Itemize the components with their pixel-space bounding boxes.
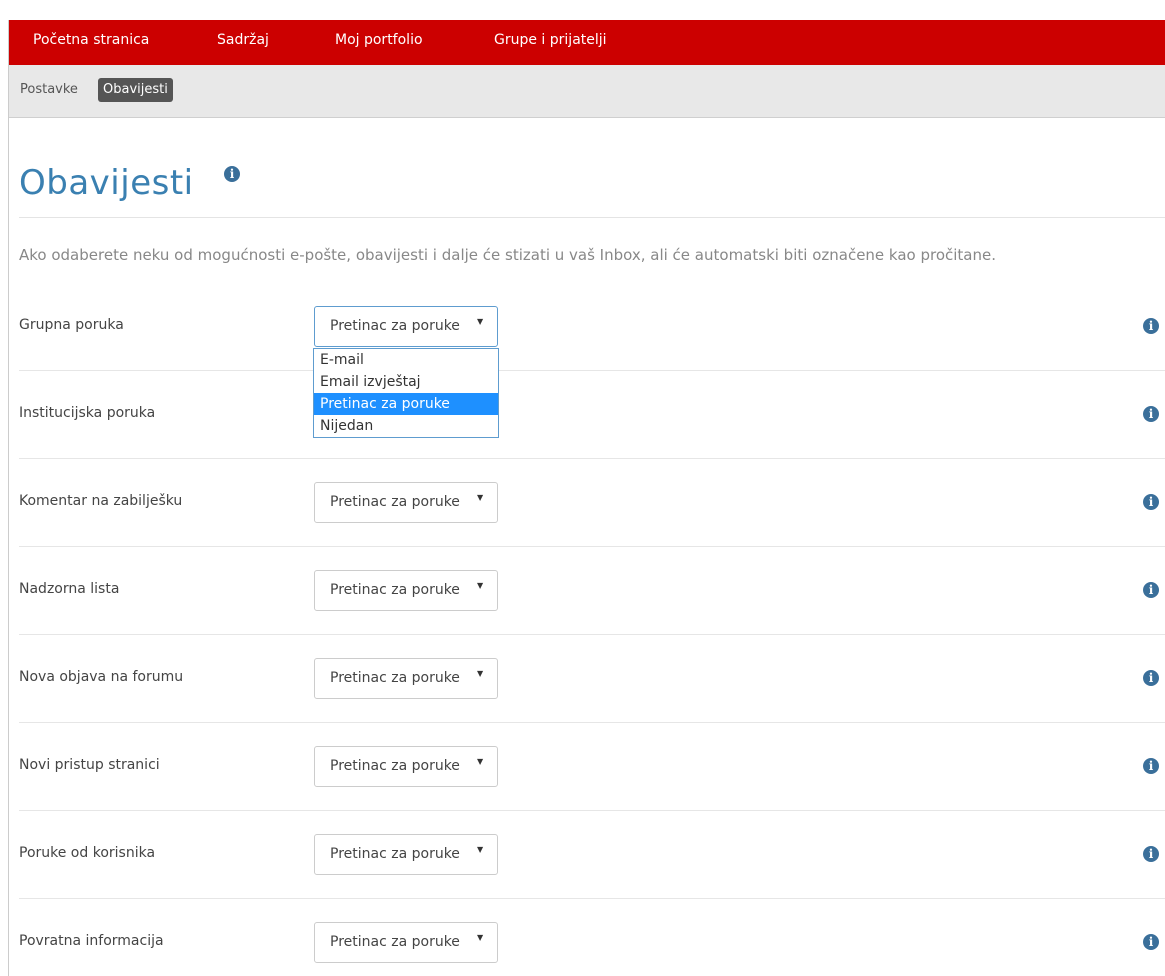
info-icon[interactable]: i xyxy=(1143,846,1159,862)
info-icon[interactable]: i xyxy=(1143,494,1159,510)
nav-link-home[interactable]: Početna stranica xyxy=(33,20,149,65)
setting-row-watchlist: Nadzorna lista Pretinac za poruke ▼ i xyxy=(19,547,1165,635)
select-value: Pretinac za poruke xyxy=(330,318,460,334)
caret-down-icon: ▼ xyxy=(477,757,484,766)
setting-select-forum-post[interactable]: Pretinac za poruke ▼ xyxy=(314,658,498,699)
info-icon[interactable]: i xyxy=(1143,318,1159,334)
select-value: Pretinac za poruke xyxy=(330,846,460,862)
nav-link-groups[interactable]: Grupe i prijatelji xyxy=(494,20,607,65)
select-value: Pretinac za poruke xyxy=(330,582,460,598)
setting-select-feedback[interactable]: Pretinac za poruke ▼ xyxy=(314,922,498,963)
nav-link-content[interactable]: Sadržaj xyxy=(217,20,269,65)
setting-label: Novi pristup stranici xyxy=(19,757,160,773)
select-dropdown-list: E-mail Email izvještaj Pretinac za poruk… xyxy=(313,348,499,438)
setting-row-forum-post: Nova objava na forumu Pretinac za poruke… xyxy=(19,635,1165,723)
info-icon[interactable]: i xyxy=(1143,934,1159,950)
setting-row-note-comment: Komentar na zabilješku Pretinac za poruk… xyxy=(19,459,1165,547)
select-value: Pretinac za poruke xyxy=(330,934,460,950)
setting-label: Poruke od korisnika xyxy=(19,845,156,861)
setting-label: Grupna poruka xyxy=(19,317,124,333)
page-frame: Početna stranica Sadržaj Moj portfolio G… xyxy=(8,20,1165,976)
setting-select-note-comment[interactable]: Pretinac za poruke ▼ xyxy=(314,482,498,523)
breadcrumb-notifications[interactable]: Obavijesti xyxy=(98,78,173,102)
setting-select-watchlist[interactable]: Pretinac za poruke ▼ xyxy=(314,570,498,611)
caret-down-icon: ▼ xyxy=(477,669,484,678)
nav-link-portfolio[interactable]: Moj portfolio xyxy=(335,20,423,65)
setting-label: Nadzorna lista xyxy=(19,581,120,597)
setting-select-group-message[interactable]: Pretinac za poruke ▼ xyxy=(314,306,498,347)
breadcrumb: Postavke Obavijesti xyxy=(9,65,1165,118)
breadcrumb-settings[interactable]: Postavke xyxy=(20,78,78,102)
setting-label: Komentar na zabilješku xyxy=(19,493,183,509)
info-icon[interactable]: i xyxy=(1143,670,1159,686)
caret-down-icon: ▼ xyxy=(477,493,484,502)
title-divider xyxy=(19,217,1165,218)
setting-label: Povratna informacija xyxy=(19,933,164,949)
page-description: Ako odaberete neku od mogućnosti e-pošte… xyxy=(19,246,997,264)
title-info-icon[interactable]: i xyxy=(224,166,240,182)
setting-row-page-access: Novi pristup stranici Pretinac za poruke… xyxy=(19,723,1165,811)
setting-row-institution-message: Institucijska poruka i xyxy=(19,371,1165,459)
caret-down-icon: ▼ xyxy=(477,845,484,854)
select-value: Pretinac za poruke xyxy=(330,758,460,774)
setting-row-feedback: Povratna informacija Pretinac za poruke … xyxy=(19,899,1165,976)
info-icon[interactable]: i xyxy=(1143,406,1159,422)
page-title: Obavijesti xyxy=(19,163,194,203)
dropdown-option-email-digest[interactable]: Email izvještaj xyxy=(314,371,498,393)
caret-down-icon: ▼ xyxy=(477,933,484,942)
top-navigation: Početna stranica Sadržaj Moj portfolio G… xyxy=(9,20,1165,65)
select-value: Pretinac za poruke xyxy=(330,670,460,686)
setting-row-user-messages: Poruke od korisnika Pretinac za poruke ▼… xyxy=(19,811,1165,899)
dropdown-option-none[interactable]: Nijedan xyxy=(314,415,498,437)
dropdown-option-email[interactable]: E-mail xyxy=(314,349,498,371)
setting-label: Nova objava na forumu xyxy=(19,669,184,685)
info-icon[interactable]: i xyxy=(1143,582,1159,598)
dropdown-option-inbox[interactable]: Pretinac za poruke xyxy=(314,393,498,415)
info-icon[interactable]: i xyxy=(1143,758,1159,774)
setting-select-page-access[interactable]: Pretinac za poruke ▼ xyxy=(314,746,498,787)
setting-label: Institucijska poruka xyxy=(19,405,156,421)
caret-down-icon: ▼ xyxy=(477,581,484,590)
select-value: Pretinac za poruke xyxy=(330,494,460,510)
caret-down-icon: ▼ xyxy=(477,317,484,326)
setting-select-user-messages[interactable]: Pretinac za poruke ▼ xyxy=(314,834,498,875)
setting-row-group-message: Grupna poruka Pretinac za poruke ▼ i xyxy=(19,283,1165,371)
